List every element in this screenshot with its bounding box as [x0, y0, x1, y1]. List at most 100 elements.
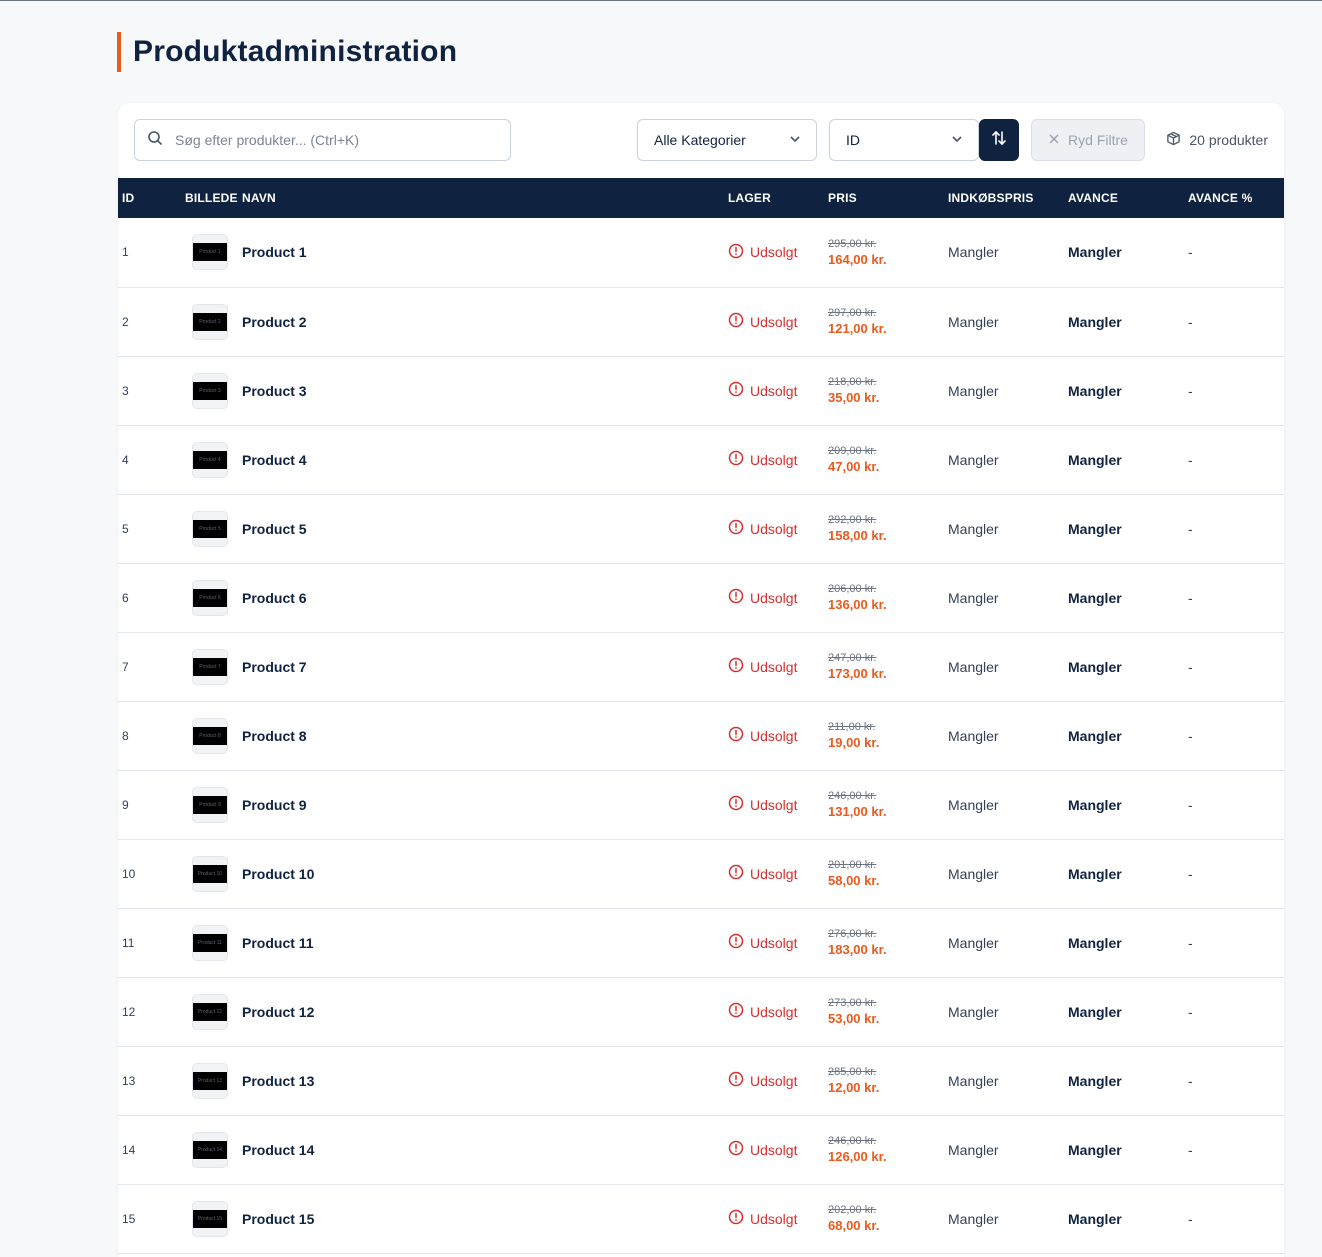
- row-cost: Mangler: [948, 839, 1068, 908]
- product-thumbnail[interactable]: Product 4: [192, 441, 228, 478]
- table-row[interactable]: 4 Product 4 Product 4 Udsolgt 209,00 kr.…: [118, 425, 1284, 494]
- header-cost[interactable]: INDKØBSPRIS: [948, 178, 1068, 218]
- product-thumbnail[interactable]: Product 3: [192, 372, 228, 409]
- row-name[interactable]: Product 11: [242, 908, 728, 977]
- product-name[interactable]: Product 15: [242, 1211, 314, 1227]
- clear-filters-label: Ryd Filtre: [1068, 132, 1128, 148]
- table-row[interactable]: 12 Product 12 Product 12 Udsolgt 273,00 …: [118, 977, 1284, 1046]
- product-name[interactable]: Product 10: [242, 866, 314, 882]
- product-name[interactable]: Product 1: [242, 244, 307, 260]
- header-name[interactable]: NAVN: [242, 178, 728, 218]
- row-name[interactable]: Product 6: [242, 563, 728, 632]
- table-row[interactable]: 2 Product 2 Product 2 Udsolgt 297,00 kr.…: [118, 287, 1284, 356]
- table-row[interactable]: 13 Product 13 Product 13 Udsolgt 285,00 …: [118, 1046, 1284, 1115]
- header-margin-pct[interactable]: AVANCE %: [1188, 178, 1284, 218]
- product-thumbnail[interactable]: Product 9: [192, 786, 228, 823]
- row-price: 246,00 kr. 126,00 kr.: [828, 1115, 948, 1184]
- package-icon: [1166, 131, 1181, 149]
- header-price[interactable]: PRIS: [828, 178, 948, 218]
- search-box[interactable]: [134, 119, 511, 161]
- product-thumbnail[interactable]: Product 5: [192, 510, 228, 547]
- row-id-value: 7: [122, 659, 129, 674]
- stock-status-label: Udsolgt: [750, 244, 798, 261]
- product-name[interactable]: Product 12: [242, 1004, 314, 1020]
- product-thumbnail[interactable]: Product 1: [192, 234, 228, 271]
- product-thumbnail-text: Product 8: [199, 732, 221, 739]
- row-name[interactable]: Product 8: [242, 701, 728, 770]
- product-name[interactable]: Product 13: [242, 1073, 314, 1089]
- table-row[interactable]: 10 Product 10 Product 10 Udsolgt 201,00 …: [118, 839, 1284, 908]
- product-name[interactable]: Product 8: [242, 728, 307, 744]
- table-row[interactable]: 15 Product 15 Product 15 Udsolgt 202,00 …: [118, 1184, 1284, 1253]
- table-row[interactable]: 11 Product 11 Product 11 Udsolgt 276,00 …: [118, 908, 1284, 977]
- table-row[interactable]: 3 Product 3 Product 3 Udsolgt 218,00 kr.…: [118, 356, 1284, 425]
- header-margin[interactable]: AVANCE: [1068, 178, 1188, 218]
- table-row[interactable]: 6 Product 6 Product 6 Udsolgt 206,00 kr.…: [118, 563, 1284, 632]
- product-thumbnail[interactable]: Product 2: [192, 303, 228, 340]
- row-margin-pct: -: [1188, 770, 1284, 839]
- product-count: 20 produkter: [1166, 119, 1268, 161]
- row-stock: Udsolgt: [728, 701, 828, 770]
- cost-value: Mangler: [948, 1141, 999, 1158]
- row-cost: Mangler: [948, 770, 1068, 839]
- product-name[interactable]: Product 7: [242, 659, 307, 675]
- product-thumbnail[interactable]: Product 11: [192, 924, 228, 961]
- stock-status-label: Udsolgt: [750, 934, 798, 951]
- row-name[interactable]: Product 1: [242, 218, 728, 287]
- table-row[interactable]: 8 Product 8 Product 8 Udsolgt 211,00 kr.…: [118, 701, 1284, 770]
- row-name[interactable]: Product 15: [242, 1184, 728, 1253]
- row-margin-pct: -: [1188, 632, 1284, 701]
- sort-direction-button[interactable]: [979, 119, 1019, 161]
- product-name[interactable]: Product 11: [242, 935, 314, 951]
- product-thumbnail[interactable]: Product 7: [192, 648, 228, 685]
- product-thumbnail-text: Product 15: [197, 1215, 223, 1222]
- product-name[interactable]: Product 4: [242, 452, 307, 468]
- product-thumbnail[interactable]: Product 8: [192, 717, 228, 754]
- sort-select[interactable]: ID: [829, 119, 979, 161]
- header-stock[interactable]: LAGER: [728, 178, 828, 218]
- row-name[interactable]: Product 5: [242, 494, 728, 563]
- table-row[interactable]: 5 Product 5 Product 5 Udsolgt 292,00 kr.…: [118, 494, 1284, 563]
- product-name[interactable]: Product 9: [242, 797, 307, 813]
- product-name[interactable]: Product 14: [242, 1142, 314, 1158]
- row-cost: Mangler: [948, 1184, 1068, 1253]
- row-margin: Mangler: [1068, 1115, 1188, 1184]
- product-name[interactable]: Product 5: [242, 521, 307, 537]
- table-row[interactable]: 1 Product 1 Product 1 Udsolgt 295,00 kr.…: [118, 218, 1284, 287]
- row-name[interactable]: Product 3: [242, 356, 728, 425]
- product-thumbnail-text: Product 12: [197, 1008, 223, 1015]
- product-thumbnail[interactable]: Product 14: [192, 1131, 228, 1168]
- row-id: 1: [118, 218, 185, 287]
- category-select[interactable]: Alle Kategorier: [637, 119, 817, 161]
- product-thumbnail[interactable]: Product 6: [192, 579, 228, 616]
- row-name[interactable]: Product 2: [242, 287, 728, 356]
- row-cost: Mangler: [948, 908, 1068, 977]
- table-row[interactable]: 9 Product 9 Product 9 Udsolgt 246,00 kr.…: [118, 770, 1284, 839]
- clear-filters-button[interactable]: Ryd Filtre: [1031, 119, 1145, 161]
- row-price: 201,00 kr. 58,00 kr.: [828, 839, 948, 908]
- product-name[interactable]: Product 3: [242, 383, 307, 399]
- row-name[interactable]: Product 13: [242, 1046, 728, 1115]
- cost-value: Mangler: [948, 865, 999, 882]
- table-row[interactable]: 7 Product 7 Product 7 Udsolgt 247,00 kr.…: [118, 632, 1284, 701]
- row-id: 3: [118, 356, 185, 425]
- margin-pct-value: -: [1188, 244, 1193, 261]
- product-thumbnail[interactable]: Product 15: [192, 1200, 228, 1237]
- row-id-value: 4: [122, 452, 129, 467]
- product-thumbnail-text: Product 3: [199, 387, 221, 394]
- product-thumbnail[interactable]: Product 12: [192, 993, 228, 1030]
- product-thumbnail[interactable]: Product 13: [192, 1062, 228, 1099]
- table-row[interactable]: 14 Product 14 Product 14 Udsolgt 246,00 …: [118, 1115, 1284, 1184]
- search-input[interactable]: [175, 132, 495, 148]
- product-name[interactable]: Product 6: [242, 590, 307, 606]
- product-name[interactable]: Product 2: [242, 314, 307, 330]
- row-name[interactable]: Product 4: [242, 425, 728, 494]
- row-name[interactable]: Product 9: [242, 770, 728, 839]
- row-name[interactable]: Product 12: [242, 977, 728, 1046]
- header-id[interactable]: ID: [118, 178, 185, 218]
- chevron-down-icon: [788, 132, 802, 149]
- row-name[interactable]: Product 10: [242, 839, 728, 908]
- row-name[interactable]: Product 14: [242, 1115, 728, 1184]
- row-name[interactable]: Product 7: [242, 632, 728, 701]
- product-thumbnail[interactable]: Product 10: [192, 855, 228, 892]
